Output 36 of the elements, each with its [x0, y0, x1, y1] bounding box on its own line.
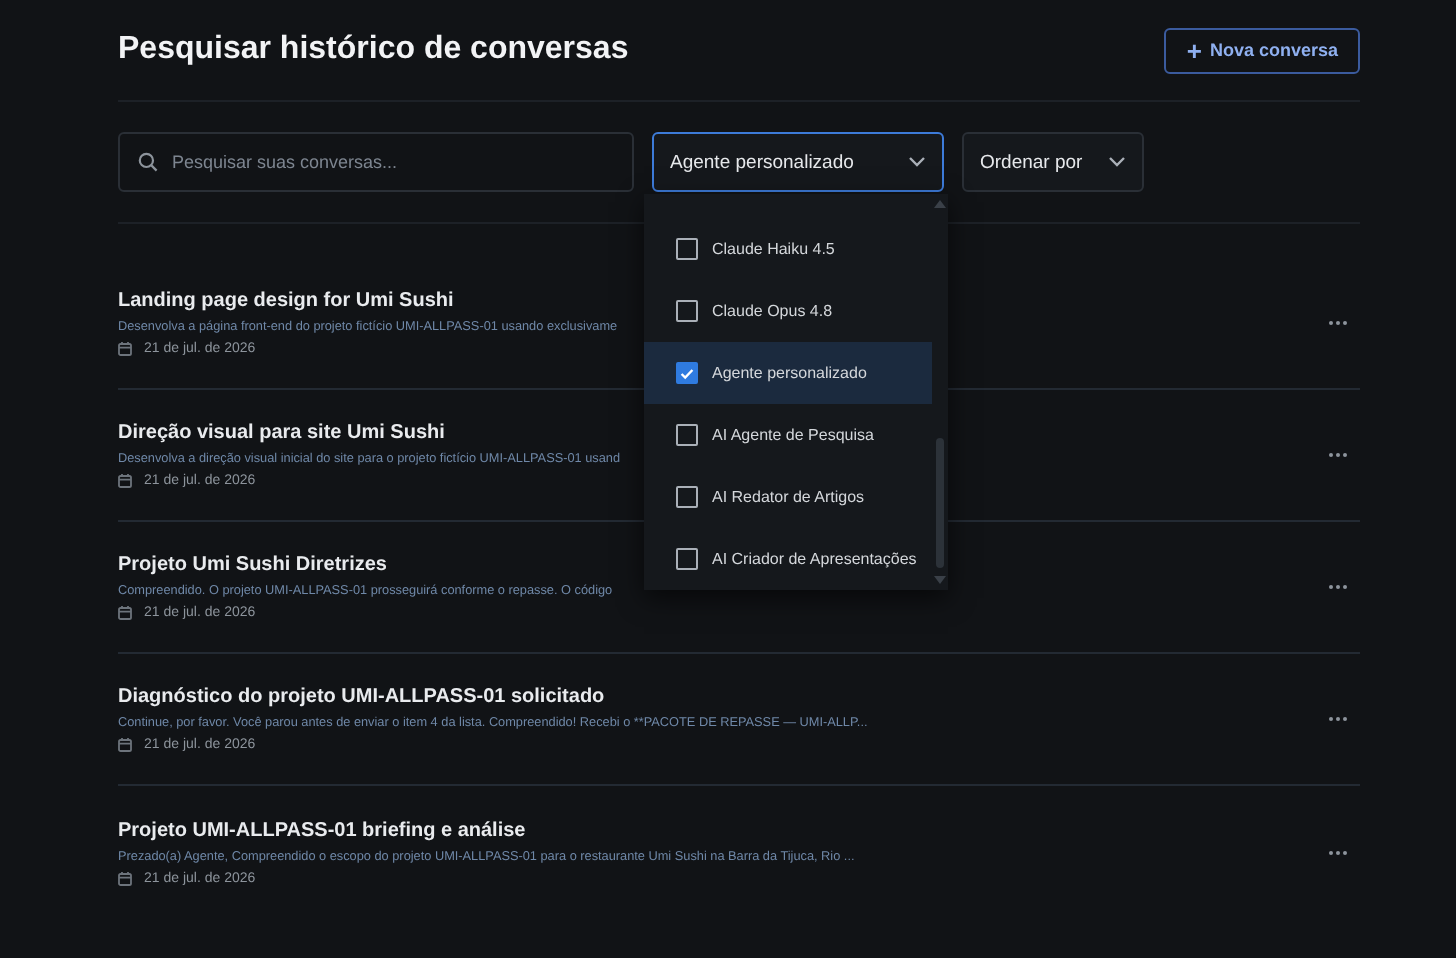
- conversation-title[interactable]: Landing page design for Umi Sushi: [118, 290, 618, 312]
- conversation-title[interactable]: Diagnóstico do projeto UMI-ALLPASS-01 solicitado: [118, 686, 868, 708]
- checkbox[interactable]: [676, 548, 698, 570]
- agent-option[interactable]: AI Redator de Artigos: [644, 466, 932, 528]
- calendar-icon: [118, 871, 132, 885]
- calendar-icon: [118, 474, 132, 488]
- agent-option[interactable]: AI Agente de Pesquisa: [644, 404, 932, 466]
- search-input[interactable]: Pesquisar suas conversas...: [172, 152, 614, 172]
- search-icon: [138, 152, 158, 172]
- calendar-icon: [118, 342, 132, 356]
- checkbox[interactable]: [676, 424, 698, 446]
- agent-filter-select[interactable]: Agente personalizado: [652, 132, 944, 192]
- checkbox[interactable]: [676, 300, 698, 322]
- checkbox[interactable]: [676, 362, 698, 384]
- more-options-icon[interactable]: [1328, 320, 1348, 326]
- new-conversation-button[interactable]: + Nova conversa: [1164, 27, 1360, 73]
- sort-select[interactable]: Ordenar por: [962, 132, 1144, 192]
- more-options-icon[interactable]: [1328, 849, 1348, 855]
- agent-option[interactable]: AI Criador de Apresentações: [644, 528, 932, 590]
- conversation-title[interactable]: Projeto UMI-ALLPASS-01 briefing e análise: [118, 819, 855, 841]
- agent-option[interactable]: Claude Haiku 4.5: [644, 218, 932, 280]
- conversation-title[interactable]: Direção visual para site Umi Sushi: [118, 422, 621, 444]
- agent-option[interactable]: Agente personalizado: [644, 342, 932, 404]
- chevron-down-icon: [908, 156, 926, 168]
- search-field[interactable]: Pesquisar suas conversas...: [118, 132, 634, 192]
- checkbox[interactable]: [676, 238, 698, 260]
- chevron-down-icon: [1108, 156, 1126, 168]
- page-title: Pesquisar histórico de conversas: [118, 32, 629, 68]
- calendar-icon: [118, 606, 132, 620]
- calendar-icon: [118, 738, 132, 752]
- checkbox[interactable]: [676, 486, 698, 508]
- more-options-icon[interactable]: [1328, 716, 1348, 722]
- more-options-icon[interactable]: [1328, 584, 1348, 590]
- more-options-icon[interactable]: [1328, 452, 1348, 458]
- conversation-title[interactable]: Projeto Umi Sushi Diretrizes: [118, 554, 613, 576]
- agent-option[interactable]: Claude Opus 4.8: [644, 280, 932, 342]
